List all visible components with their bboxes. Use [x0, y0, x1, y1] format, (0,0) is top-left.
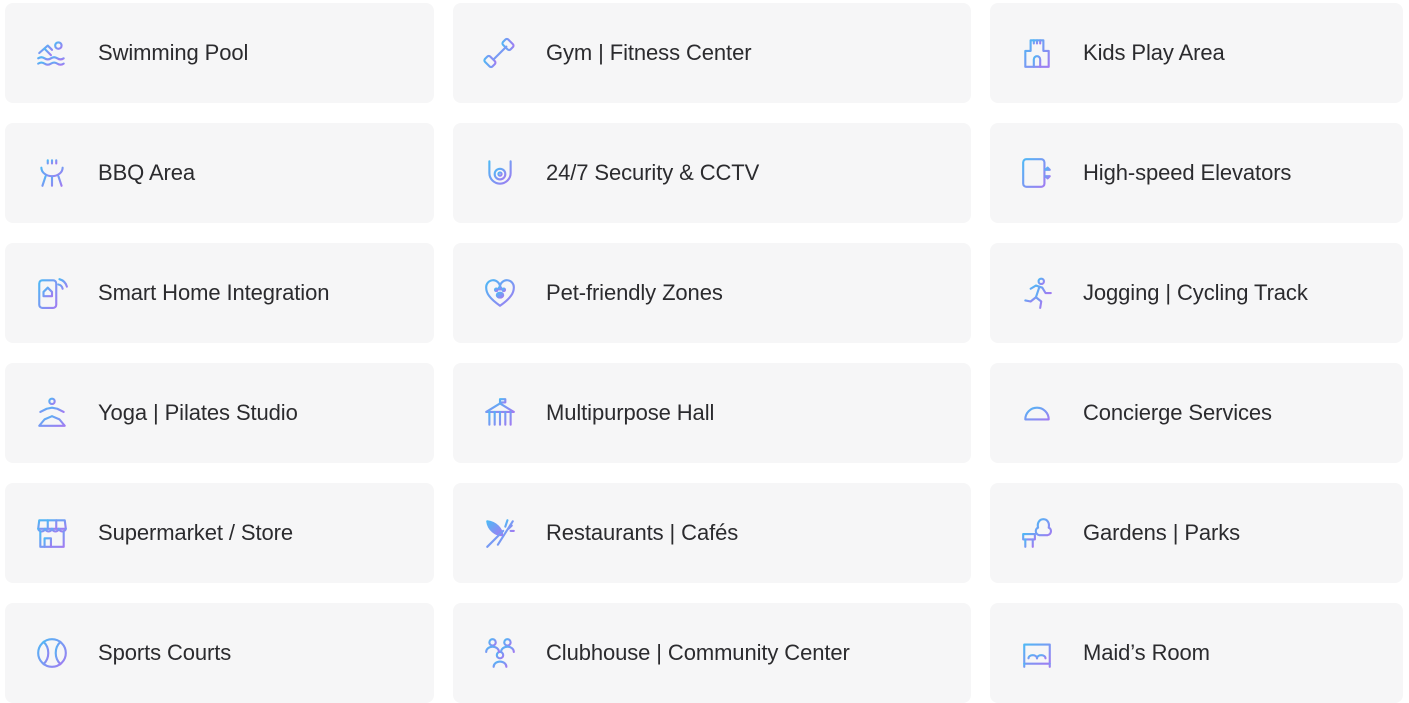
bench-tree-icon [1018, 514, 1056, 552]
amenity-label: Multipurpose Hall [546, 400, 715, 425]
amenity-label: Kids Play Area [1083, 40, 1225, 65]
amenity-gardens-parks[interactable]: Gardens | Parks [990, 483, 1403, 583]
amenity-label: Maid’s Room [1083, 640, 1210, 665]
amenity-elevators[interactable]: High-speed Elevators [990, 123, 1403, 223]
dumbbell-icon [481, 34, 519, 72]
amenity-security-cctv[interactable]: 24/7 Security & CCTV [453, 123, 971, 223]
amenity-label: Swimming Pool [98, 40, 249, 65]
amenity-smart-home[interactable]: Smart Home Integration [5, 243, 434, 343]
amenity-jogging-cycling[interactable]: Jogging | Cycling Track [990, 243, 1403, 343]
amenity-label: Sports Courts [98, 640, 232, 665]
store-icon [33, 514, 71, 552]
amenity-label: Gardens | Parks [1083, 520, 1241, 545]
amenity-label: Pet-friendly Zones [546, 280, 723, 305]
amenity-label: Yoga | Pilates Studio [98, 400, 298, 425]
community-people-icon [481, 634, 519, 672]
amenity-concierge[interactable]: Concierge Services [990, 363, 1403, 463]
amenity-label: Concierge Services [1083, 400, 1272, 425]
castle-icon [1018, 34, 1056, 72]
amenity-label: Jogging | Cycling Track [1083, 280, 1308, 305]
amenities-grid: Swimming Pool Gym | Fitness Center Kids … [0, 0, 1409, 703]
amenity-kids-play-area[interactable]: Kids Play Area [990, 3, 1403, 103]
amenity-gym[interactable]: Gym | Fitness Center [453, 3, 971, 103]
tennis-ball-icon [33, 634, 71, 672]
smart-phone-home-icon [33, 274, 71, 312]
amenity-bbq-area[interactable]: BBQ Area [5, 123, 434, 223]
running-person-icon [1018, 274, 1056, 312]
yoga-person-icon [33, 394, 71, 432]
amenity-label: Gym | Fitness Center [546, 40, 752, 65]
amenity-label: High-speed Elevators [1083, 160, 1292, 185]
amenity-pet-friendly[interactable]: Pet-friendly Zones [453, 243, 971, 343]
amenity-supermarket[interactable]: Supermarket / Store [5, 483, 434, 583]
fork-leaf-icon [481, 514, 519, 552]
bed-icon [1018, 634, 1056, 672]
amenity-restaurants[interactable]: Restaurants | Cafés [453, 483, 971, 583]
amenity-label: 24/7 Security & CCTV [546, 160, 760, 185]
amenity-label: Restaurants | Cafés [546, 520, 739, 545]
amenity-maids-room[interactable]: Maid’s Room [990, 603, 1403, 703]
swimming-pool-icon [33, 34, 71, 72]
service-bell-icon [1018, 394, 1056, 432]
paw-heart-icon [481, 274, 519, 312]
amenity-label: Clubhouse | Community Center [546, 640, 850, 665]
amenity-multipurpose-hall[interactable]: Multipurpose Hall [453, 363, 971, 463]
amenity-label: Smart Home Integration [98, 280, 330, 305]
amenity-label: BBQ Area [98, 160, 196, 185]
elevator-icon [1018, 154, 1056, 192]
amenity-sports-courts[interactable]: Sports Courts [5, 603, 434, 703]
amenity-clubhouse[interactable]: Clubhouse | Community Center [453, 603, 971, 703]
cctv-camera-icon [481, 154, 519, 192]
amenity-label: Supermarket / Store [98, 520, 293, 545]
amenity-swimming-pool[interactable]: Swimming Pool [5, 3, 434, 103]
hall-building-icon [481, 394, 519, 432]
amenity-yoga-pilates[interactable]: Yoga | Pilates Studio [5, 363, 434, 463]
grill-icon [33, 154, 71, 192]
